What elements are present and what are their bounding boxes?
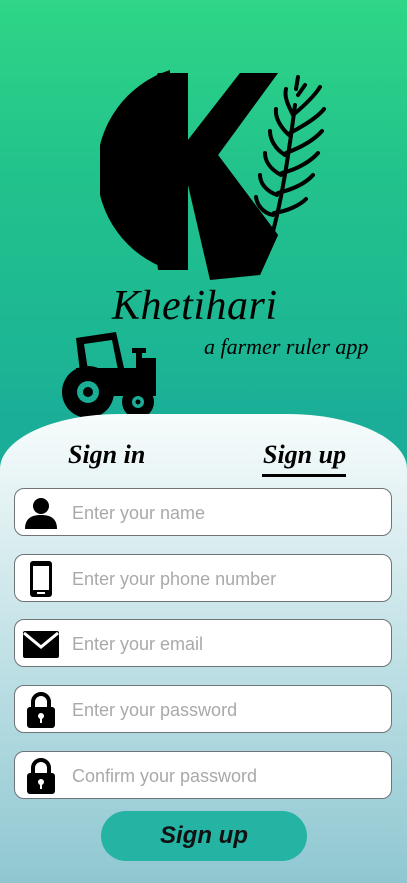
name-input[interactable] (70, 497, 384, 529)
name-field[interactable] (14, 488, 392, 536)
tab-sign-up[interactable]: Sign up (263, 440, 346, 470)
active-tab-indicator (262, 474, 346, 477)
lock-icon (27, 692, 55, 728)
phone-icon (30, 561, 52, 597)
hero-header: Khetihari a farmer ruler app (0, 0, 407, 430)
envelope-icon (23, 631, 59, 658)
app-title: Khetihari (112, 283, 278, 329)
person-icon (25, 498, 57, 529)
email-field[interactable] (14, 619, 392, 667)
phone-field[interactable] (14, 554, 392, 602)
lock-icon (27, 758, 55, 794)
password-field[interactable] (14, 685, 392, 733)
email-input[interactable] (70, 628, 384, 660)
app-tagline: a farmer ruler app (204, 334, 369, 359)
khetihari-logo-icon (100, 70, 326, 280)
sign-up-button[interactable]: Sign up (101, 811, 307, 861)
tractor-icon (62, 332, 156, 418)
confirm-password-field[interactable] (14, 751, 392, 799)
phone-input[interactable] (70, 563, 384, 595)
confirm-password-input[interactable] (70, 760, 384, 792)
password-input[interactable] (70, 694, 384, 726)
tab-sign-in[interactable]: Sign in (68, 440, 145, 470)
signup-screen: Khetihari a farmer ruler app Sign in Sig… (0, 0, 407, 883)
